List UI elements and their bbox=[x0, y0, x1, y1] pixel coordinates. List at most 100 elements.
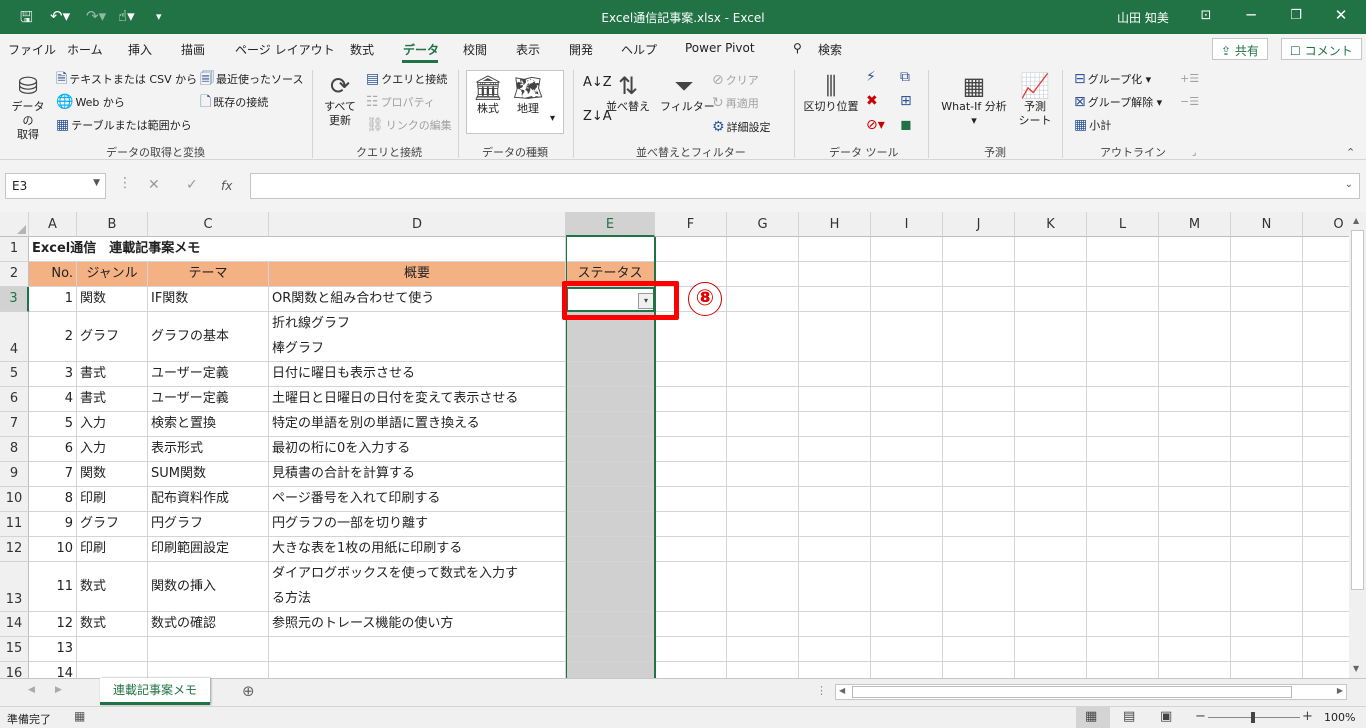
row-header-6[interactable]: 6 bbox=[0, 387, 29, 412]
row-header-14[interactable]: 14 bbox=[0, 612, 29, 637]
cell-genre[interactable]: グラフ bbox=[77, 312, 148, 362]
cell-empty[interactable] bbox=[943, 387, 1015, 412]
enter-icon[interactable]: ✓ bbox=[186, 177, 198, 193]
cell-empty[interactable] bbox=[943, 612, 1015, 637]
tab-data[interactable]: データ bbox=[403, 41, 439, 58]
cell-empty[interactable] bbox=[655, 412, 727, 437]
column-header-J[interactable]: J bbox=[943, 212, 1015, 237]
zoom-in-icon[interactable]: + bbox=[1302, 709, 1313, 724]
cell-no[interactable]: 9 bbox=[29, 512, 77, 537]
restore-icon[interactable]: ❐ bbox=[1281, 8, 1311, 23]
sheet-tab-active[interactable]: 連載記事案メモ bbox=[100, 678, 210, 705]
status-cell[interactable] bbox=[566, 512, 655, 537]
cell-empty[interactable] bbox=[1159, 312, 1231, 362]
cell-empty[interactable] bbox=[1303, 437, 1349, 462]
cell-empty[interactable] bbox=[943, 512, 1015, 537]
cell-empty[interactable] bbox=[871, 362, 943, 387]
dialog-launcher-icon[interactable]: ⌟ bbox=[1192, 146, 1196, 160]
cell-empty[interactable] bbox=[1231, 637, 1303, 662]
cell-empty[interactable] bbox=[1303, 462, 1349, 487]
cell-theme[interactable]: 検索と置換 bbox=[148, 412, 269, 437]
cell-empty[interactable] bbox=[943, 262, 1015, 287]
cell-genre[interactable]: 関数 bbox=[77, 462, 148, 487]
cell-empty[interactable] bbox=[727, 562, 799, 612]
cell-empty[interactable] bbox=[1087, 237, 1159, 262]
cell-empty[interactable] bbox=[727, 287, 799, 312]
cell-summary[interactable]: ダイアログボックスを使って数式を入力す る方法 bbox=[269, 562, 566, 612]
cell-empty[interactable] bbox=[799, 462, 871, 487]
cell-no[interactable]: 8 bbox=[29, 487, 77, 512]
cell-empty[interactable] bbox=[1303, 562, 1349, 612]
row-header-13[interactable]: 13 bbox=[0, 562, 29, 612]
cell-empty[interactable] bbox=[1303, 287, 1349, 312]
cell-empty[interactable] bbox=[943, 537, 1015, 562]
cell-empty[interactable] bbox=[1303, 512, 1349, 537]
recent-sources-button[interactable]: 🗐 最近使ったソース bbox=[200, 72, 303, 87]
cell-empty[interactable] bbox=[943, 437, 1015, 462]
insert-function-icon[interactable]: fx bbox=[221, 179, 232, 193]
row-header-12[interactable]: 12 bbox=[0, 537, 29, 562]
cell-empty[interactable] bbox=[1015, 512, 1087, 537]
cell-summary[interactable] bbox=[269, 662, 566, 678]
cell-empty[interactable] bbox=[1015, 612, 1087, 637]
cell-empty[interactable] bbox=[871, 637, 943, 662]
cell-empty[interactable] bbox=[1159, 637, 1231, 662]
cell-empty[interactable] bbox=[1159, 662, 1231, 678]
cell-genre[interactable]: 数式 bbox=[77, 612, 148, 637]
cell-empty[interactable] bbox=[1087, 437, 1159, 462]
cell-empty[interactable] bbox=[655, 387, 727, 412]
cell-empty[interactable] bbox=[1303, 662, 1349, 678]
cell-no[interactable]: 1 bbox=[29, 287, 77, 312]
name-box[interactable]: E3 ▼ bbox=[5, 173, 106, 199]
cell-empty[interactable] bbox=[1087, 262, 1159, 287]
edit-links-button[interactable]: ⛓ リンクの編集 bbox=[366, 118, 452, 133]
cell-theme[interactable]: ユーザー定義 bbox=[148, 387, 269, 412]
cell-empty[interactable] bbox=[1303, 262, 1349, 287]
cell-empty[interactable] bbox=[943, 562, 1015, 612]
row-header-2[interactable]: 2 bbox=[0, 262, 29, 287]
cell-empty[interactable] bbox=[1303, 537, 1349, 562]
cancel-icon[interactable]: ✕ bbox=[148, 177, 160, 193]
ribbon-display-icon[interactable]: ⊡ bbox=[1191, 8, 1221, 23]
cell-empty[interactable] bbox=[1303, 237, 1349, 262]
tab-draw[interactable]: 描画 bbox=[181, 41, 205, 58]
cell-empty[interactable] bbox=[943, 637, 1015, 662]
zoom-level[interactable]: 100% bbox=[1324, 711, 1355, 724]
status-cell[interactable] bbox=[566, 462, 655, 487]
cell-empty[interactable] bbox=[1231, 662, 1303, 678]
cell-empty[interactable] bbox=[1231, 512, 1303, 537]
cell-empty[interactable] bbox=[1231, 387, 1303, 412]
cell-summary[interactable]: 参照元のトレース機能の使い方 bbox=[269, 612, 566, 637]
formula-input[interactable]: ⌄ bbox=[250, 173, 1360, 199]
status-cell[interactable] bbox=[566, 537, 655, 562]
cell-empty[interactable] bbox=[1231, 362, 1303, 387]
cell-empty[interactable] bbox=[1159, 537, 1231, 562]
cell-summary[interactable]: 見積書の合計を計算する bbox=[269, 462, 566, 487]
zoom-slider-thumb[interactable] bbox=[1251, 712, 1255, 723]
cell-empty[interactable] bbox=[727, 637, 799, 662]
cell-theme[interactable]: 配布資料作成 bbox=[148, 487, 269, 512]
cell-empty[interactable] bbox=[1015, 237, 1087, 262]
select-all-corner[interactable] bbox=[0, 212, 29, 237]
cell-empty[interactable] bbox=[1087, 412, 1159, 437]
status-cell[interactable] bbox=[566, 412, 655, 437]
cell-empty[interactable] bbox=[1231, 262, 1303, 287]
sheet-title[interactable]: Excel通信 連載記事案メモ bbox=[29, 237, 566, 262]
cell-no[interactable]: 11 bbox=[29, 562, 77, 612]
cell-empty[interactable] bbox=[799, 662, 871, 678]
cell-genre[interactable]: 入力 bbox=[77, 437, 148, 462]
next-sheet-icon[interactable]: ▶ bbox=[55, 685, 62, 695]
expand-formula-icon[interactable]: ⌄ bbox=[1345, 179, 1353, 190]
cell-summary[interactable]: 折れ線グラフ 棒グラフ bbox=[269, 312, 566, 362]
cell-empty[interactable] bbox=[1159, 562, 1231, 612]
ungroup-button[interactable]: ⊠ グループ解除 ▾ bbox=[1074, 95, 1162, 110]
cell-empty[interactable] bbox=[1159, 237, 1231, 262]
cell-empty[interactable] bbox=[1015, 662, 1087, 678]
horizontal-scroll-thumb[interactable] bbox=[852, 686, 1292, 698]
cell-empty[interactable] bbox=[871, 437, 943, 462]
cell-empty[interactable] bbox=[871, 512, 943, 537]
cell-empty[interactable] bbox=[1015, 287, 1087, 312]
cell-empty[interactable] bbox=[1231, 312, 1303, 362]
cell-no[interactable]: 14 bbox=[29, 662, 77, 678]
cell-theme[interactable]: グラフの基本 bbox=[148, 312, 269, 362]
